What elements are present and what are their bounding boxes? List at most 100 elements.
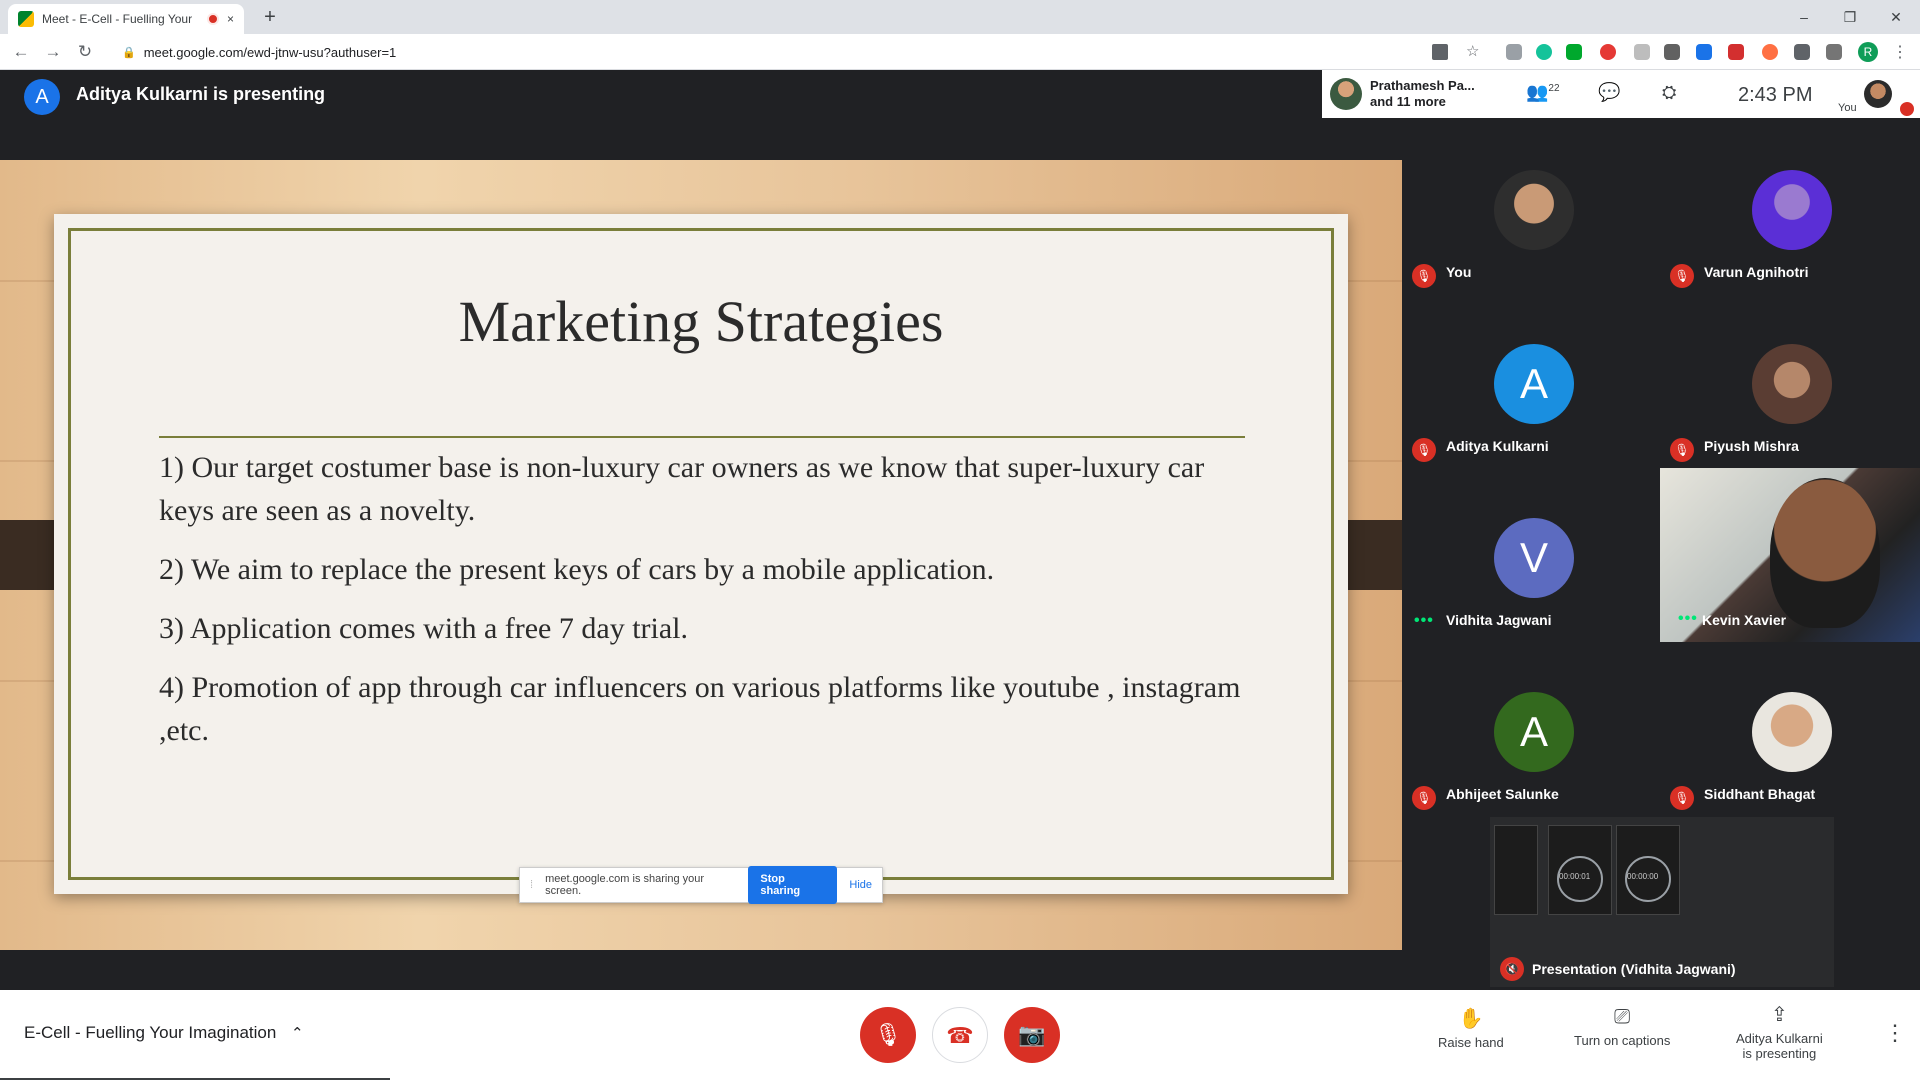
people-preview-more: and 11 more	[1370, 94, 1446, 109]
participant-name: You	[1446, 264, 1472, 280]
chat-button[interactable]: 💬	[1598, 82, 1620, 103]
participant-name: Varun Agnihotri	[1704, 264, 1809, 280]
screen-share-bar: ⁞ meet.google.com is sharing your screen…	[519, 866, 883, 904]
participants-button[interactable]: 👥22	[1526, 82, 1560, 103]
people-icon: 👥	[1526, 82, 1549, 102]
timer-text: 00:00:01	[1559, 872, 1591, 881]
avatar	[1752, 170, 1832, 250]
avatar	[1494, 170, 1574, 250]
avatar: A	[1494, 344, 1574, 424]
captions-icon: ⎚	[1614, 1006, 1631, 1028]
activities-button[interactable]: ⛭	[1662, 82, 1676, 103]
chevron-up-icon: ⌃	[291, 1025, 304, 1042]
address-bar[interactable]: 🔒 meet.google.com/ewd-jtnw-usu?authuser=…	[110, 38, 1490, 66]
profile-avatar[interactable]: R	[1858, 42, 1878, 62]
bookmark-star-icon[interactable]: ☆	[1466, 44, 1482, 60]
participant-name: Siddhant Bhagat	[1704, 786, 1816, 802]
forward-button[interactable]: →	[40, 40, 66, 64]
extension-icon[interactable]	[1634, 44, 1650, 60]
chat-icon: 💬	[1598, 82, 1621, 102]
adblock-icon[interactable]	[1600, 44, 1616, 60]
presentation-thumbnail	[1494, 825, 1538, 915]
participant-tile[interactable]: 🎙 Varun Agnihotri	[1662, 160, 1920, 332]
hide-button[interactable]: Hide	[849, 879, 872, 891]
translate-icon[interactable]	[1696, 44, 1712, 60]
slide-title: Marketing Strategies	[458, 289, 944, 354]
reading-list-icon[interactable]	[1826, 44, 1842, 60]
extension-icon[interactable]	[1762, 44, 1778, 60]
stop-sharing-button[interactable]: Stop sharing	[748, 866, 838, 904]
mic-off-icon: 🎙	[1670, 786, 1694, 810]
mic-off-icon: 🎙	[1412, 786, 1436, 810]
timer-text: 00:00:00	[1627, 872, 1659, 881]
more-options-button[interactable]: ⋮	[1884, 1020, 1906, 1046]
maximize-button[interactable]: ❐	[1830, 6, 1870, 28]
browser-menu-icon[interactable]: ⋮	[1892, 42, 1908, 62]
back-button[interactable]: ←	[8, 40, 34, 64]
extension-icon[interactable]	[1664, 44, 1680, 60]
participant-tile[interactable]: ••• Kevin Xavier	[1660, 468, 1920, 642]
share-message: meet.google.com is sharing your screen.	[545, 873, 705, 897]
presentation-tile[interactable]: 00:00:01 00:00:00 🔇 Presentation (Vidhit…	[1490, 817, 1834, 987]
speaking-indicator-icon: •••	[1414, 612, 1434, 629]
speaking-indicator-icon: •••	[1678, 610, 1698, 627]
slide-divider	[159, 436, 1245, 438]
captions-label: Turn on captions	[1574, 1033, 1671, 1048]
leave-call-button[interactable]: ☎	[932, 1007, 988, 1063]
participant-tile[interactable]: 🎙 You	[1404, 160, 1662, 332]
minimize-button[interactable]: –	[1784, 6, 1824, 28]
camera-icon[interactable]	[1432, 44, 1448, 60]
avatar: A	[1494, 692, 1574, 772]
evernote-icon[interactable]	[1566, 44, 1582, 60]
browser-tab[interactable]: Meet - E-Cell - Fuelling Your ×	[8, 4, 244, 34]
slide-bullet: 1) Our target costumer base is non-luxur…	[159, 451, 1205, 527]
url-text: meet.google.com/ewd-jtnw-usu?authuser=1	[143, 44, 397, 60]
close-window-button[interactable]: ✕	[1876, 6, 1916, 28]
participant-name: Kevin Xavier	[1702, 612, 1787, 628]
meet-top-bar: 👥22 💬 ⛭ 2:43 PM You	[1498, 70, 1920, 118]
clock: 2:43 PM	[1738, 84, 1813, 106]
mic-off-icon: 🎙	[874, 1022, 902, 1047]
mic-off-icon: 🎙	[1670, 438, 1694, 462]
captions-button[interactable]: ⎚ Turn on captions	[1574, 1006, 1670, 1048]
presentation-label: Presentation (Vidhita Jagwani)	[1532, 961, 1736, 977]
mic-toggle-button[interactable]: 🎙	[860, 1007, 916, 1063]
extension-icon[interactable]	[1506, 44, 1522, 60]
avatar: V	[1494, 518, 1574, 598]
participants-count: 22	[1548, 83, 1560, 94]
participant-tile[interactable]: V ••• Vidhita Jagwani	[1404, 508, 1662, 680]
participant-tile[interactable]: A 🎙 Aditya Kulkarni	[1404, 334, 1662, 506]
tab-close-button[interactable]: ×	[227, 12, 234, 26]
presenting-label: is presenting	[1742, 1046, 1817, 1061]
mic-off-icon	[1900, 102, 1914, 116]
present-screen-icon: ⇪	[1770, 1004, 1788, 1026]
mic-off-icon: 🎙	[1412, 264, 1436, 288]
tab-title: Meet - E-Cell - Fuelling Your	[42, 12, 193, 26]
presenter-avatar: A	[24, 79, 60, 115]
participant-name: Aditya Kulkarni	[1446, 438, 1549, 454]
hand-icon: ✋	[1458, 1008, 1484, 1030]
presenting-label: Aditya Kulkarni	[1736, 1031, 1823, 1046]
raise-hand-button[interactable]: ✋ Raise hand	[1438, 1006, 1504, 1050]
camera-toggle-button[interactable]: 📷	[1004, 1007, 1060, 1063]
people-preview[interactable]: Prathamesh Pa... and 11 more	[1322, 70, 1498, 118]
presentation-thumbnail: 00:00:00	[1616, 825, 1680, 915]
people-preview-name: Prathamesh Pa...	[1370, 78, 1475, 93]
pdf-icon[interactable]	[1728, 44, 1744, 60]
avatar	[1752, 344, 1832, 424]
presenting-button[interactable]: ⇪ Aditya Kulkarni is presenting	[1736, 1002, 1823, 1061]
grammarly-icon[interactable]	[1536, 44, 1552, 60]
lock-icon: 🔒	[122, 46, 136, 59]
participant-video	[1770, 478, 1880, 628]
meeting-details-button[interactable]: E-Cell - Fuelling Your Imagination ⌃	[24, 1023, 304, 1043]
recording-dot-icon	[206, 13, 219, 25]
participant-name: Abhijeet Salunke	[1446, 786, 1559, 802]
meet-favicon-icon	[18, 11, 34, 27]
new-tab-button[interactable]: +	[256, 6, 284, 30]
slide-bullet: 4) Promotion of app through car influenc…	[159, 671, 1241, 747]
mic-off-icon: 🎙	[1670, 264, 1694, 288]
drag-handle-icon[interactable]: ⁞	[530, 879, 533, 891]
puzzle-icon[interactable]	[1794, 44, 1810, 60]
reload-button[interactable]: ↻	[72, 40, 98, 64]
tab-strip: Meet - E-Cell - Fuelling Your × + – ❐ ✕	[0, 0, 1920, 34]
